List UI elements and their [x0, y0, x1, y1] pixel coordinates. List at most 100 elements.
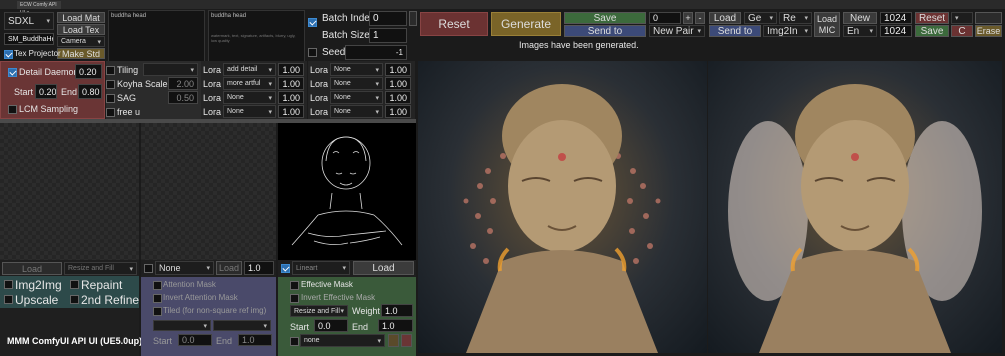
prompt-name-field[interactable]: SM_BuddhaHe [4, 33, 54, 45]
lora-select[interactable]: None ▾ [223, 105, 276, 118]
detail-daemon-checkbox[interactable] [8, 68, 17, 77]
lora-weight-field[interactable]: 1.00 [385, 63, 411, 76]
koyha-field[interactable]: 2.00 [168, 77, 198, 90]
camera-select[interactable]: Camera ▾ [57, 36, 105, 47]
send-to-img2img-button[interactable]: Send to [709, 25, 761, 37]
lora-select[interactable]: more artful ▾ [223, 77, 276, 90]
height-field[interactable]: 1024 [880, 25, 912, 37]
detail-start-field[interactable]: 0.20 [35, 84, 57, 99]
sag-checkbox[interactable] [106, 94, 115, 103]
img2img-select[interactable]: Img2In ▾ [763, 25, 812, 37]
generate-button[interactable]: Generate [491, 12, 561, 36]
lcm-checkbox[interactable] [8, 105, 17, 114]
source-image-slot[interactable] [0, 123, 139, 260]
controlnet-start-field[interactable]: 0.0 [314, 319, 348, 332]
plus-button[interactable]: + [683, 12, 693, 24]
lora-select[interactable]: None ▾ [330, 63, 383, 76]
attention-image-slot[interactable] [141, 123, 276, 260]
make-std-button[interactable]: Make Std [57, 48, 105, 59]
load-tex-button[interactable]: Load Tex [57, 24, 105, 35]
attention-mode-select-1[interactable]: ▾ [153, 320, 211, 331]
weight-field[interactable]: 1.0 [381, 304, 413, 317]
controlnet-type-select[interactable]: Lineart ▾ [292, 261, 350, 275]
width-field[interactable]: 1024 [880, 12, 912, 24]
upscale-checkbox[interactable] [4, 295, 13, 304]
batch-index-field[interactable]: 0 [369, 11, 407, 26]
attention-enable-checkbox[interactable] [144, 264, 153, 273]
attention-mode-select-2[interactable]: ▾ [213, 320, 271, 331]
lora-weight-field[interactable]: 1.00 [278, 91, 304, 104]
en-select[interactable]: En ▾ [843, 25, 877, 37]
invert-attention-checkbox[interactable] [153, 294, 162, 303]
lora-weight-field[interactable]: 1.00 [278, 105, 304, 118]
img2img-checkbox[interactable] [4, 280, 13, 289]
lora-weight-field[interactable]: 1.00 [278, 63, 304, 76]
reset-canvas-button[interactable]: Reset [915, 12, 949, 24]
counter-field[interactable]: 0 [649, 12, 681, 24]
attention-value-field[interactable]: 1.0 [244, 261, 274, 275]
save-canvas-button[interactable]: Save [915, 25, 949, 37]
output-image-2[interactable] [708, 61, 1002, 353]
attention-mask-checkbox[interactable] [153, 281, 162, 290]
lora-weight-field[interactable]: 1.00 [278, 77, 304, 90]
lora-select[interactable]: None ▾ [330, 77, 383, 90]
minus-button[interactable]: - [695, 12, 705, 24]
koyha-checkbox[interactable] [106, 80, 115, 89]
repaint-checkbox[interactable] [70, 280, 79, 289]
save-button[interactable]: Save [564, 12, 646, 24]
seed-checkbox[interactable] [308, 48, 317, 57]
re-select[interactable]: Re ▾ [779, 12, 812, 24]
lora-weight-field[interactable]: 1.00 [385, 91, 411, 104]
seed-field[interactable]: -1 [345, 45, 407, 60]
canvas-extra-button[interactable] [975, 12, 1002, 24]
model-select[interactable]: SDXL ▾ [4, 12, 54, 30]
lora-select[interactable]: None ▾ [330, 105, 383, 118]
controlnet-resize-select[interactable]: Resize and Fill ▾ [290, 305, 348, 317]
tiling-checkbox[interactable] [106, 66, 115, 75]
detail-daemon-field[interactable]: 0.20 [75, 64, 102, 79]
controlnet-load-button[interactable]: Load [353, 261, 414, 275]
positive-prompt-area[interactable]: buddha head [108, 10, 205, 62]
lora-select[interactable]: None ▾ [330, 91, 383, 104]
detail-end-field[interactable]: 0.80 [78, 84, 102, 99]
controlnet-end-field[interactable]: 1.0 [378, 319, 413, 332]
send-to-button[interactable]: Send to [564, 25, 646, 37]
refine-checkbox[interactable] [70, 295, 79, 304]
window-tab[interactable]: ECW Comfy API UI × [17, 1, 61, 16]
load-button[interactable]: Load [709, 12, 741, 24]
ge-select[interactable]: Ge ▾ [744, 12, 777, 24]
load-source-button[interactable]: Load [2, 262, 62, 275]
erase-button[interactable]: Erase [975, 25, 1002, 37]
tiled-checkbox[interactable] [153, 307, 162, 316]
canvas-menu-select[interactable]: ▾ [951, 12, 973, 24]
attention-load-button[interactable]: Load [216, 261, 242, 275]
controlnet-color-swatch-2[interactable] [401, 334, 412, 347]
batch-index-checkbox[interactable] [308, 18, 317, 27]
controlnet-model-checkbox[interactable] [290, 337, 299, 346]
batch-extra-button[interactable] [409, 11, 417, 26]
controlnet-model-select[interactable]: none ▾ [300, 334, 385, 347]
resize-select[interactable]: Resize and Fill ▾ [64, 262, 137, 275]
tex-projector-checkbox[interactable] [4, 50, 13, 59]
controlnet-enable-checkbox[interactable] [281, 264, 290, 273]
lora-weight-field[interactable]: 1.00 [385, 77, 411, 90]
lora-select[interactable]: None ▾ [223, 91, 276, 104]
lineart-image-slot[interactable] [278, 123, 416, 260]
attention-select[interactable]: None ▾ [155, 261, 214, 275]
attention-end-field[interactable]: 1.0 [238, 334, 272, 346]
clear-button[interactable]: C [951, 25, 973, 37]
sag-field[interactable]: 0.50 [168, 91, 198, 104]
effective-mask-checkbox[interactable] [290, 281, 299, 290]
new-pair-select[interactable]: New Pair ▾ [649, 25, 705, 37]
lora-weight-field[interactable]: 1.00 [385, 105, 411, 118]
freeu-checkbox[interactable] [106, 108, 115, 117]
invert-effective-checkbox[interactable] [290, 294, 299, 303]
controlnet-color-swatch-1[interactable] [388, 334, 399, 347]
output-image-1[interactable] [418, 61, 707, 353]
tiling-select[interactable]: ▾ [143, 63, 198, 76]
attention-start-field[interactable]: 0.0 [178, 334, 212, 346]
new-button[interactable]: New [843, 12, 877, 24]
load-mic-button[interactable]: Load MIC [814, 12, 840, 37]
batch-size-field[interactable]: 1 [369, 28, 407, 43]
lora-select[interactable]: add detail ▾ [223, 63, 276, 76]
